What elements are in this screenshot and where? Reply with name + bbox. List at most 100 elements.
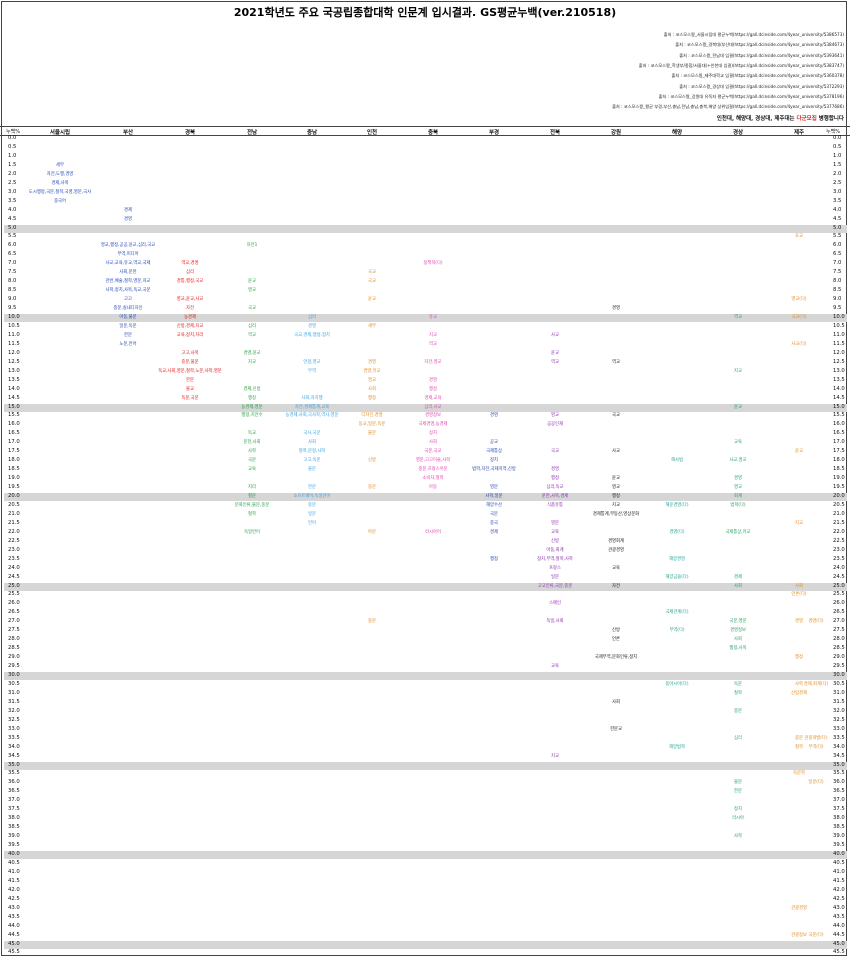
y-tick-label: 23.0 (833, 546, 845, 553)
y-tick-label: 0.5 (8, 143, 17, 150)
column-header: 서울시립 (49, 130, 71, 136)
column-header: 인천 (366, 130, 378, 136)
result-entry: 세무 (56, 162, 64, 168)
y-tick-label: 33.0 (8, 725, 20, 732)
y-tick-label: 22.5 (8, 537, 20, 544)
result-entry: 경제,신방 (243, 386, 261, 392)
y-tick-label: 28.0 (8, 636, 20, 643)
note-text: 인천대, 해양대, 경상대, 제주대는 (716, 116, 797, 122)
result-entry: 경영 (734, 476, 742, 482)
band-row (4, 582, 847, 591)
y-tick-label: 15.5 (833, 412, 845, 419)
result-entry: 문헌,사회 (243, 440, 261, 446)
result-entry: 국문,국교 (424, 449, 442, 455)
result-entry: 언정,영교 (303, 359, 321, 365)
result-entry: 중문 (734, 708, 742, 714)
result-entry: 심리 (248, 323, 256, 329)
result-entry: 영교 (551, 413, 559, 419)
result-entry: 행정 (612, 494, 620, 499)
result-entry: 행정 (368, 395, 376, 401)
y-tick-label: 36.5 (833, 788, 845, 795)
result-entry: 국문 (248, 458, 256, 464)
y-tick-label: 1.5 (8, 161, 17, 168)
y-tick-label: 30.5 (8, 680, 20, 687)
column-header: 제주 (793, 130, 805, 136)
column-header: 전남 (246, 130, 258, 136)
column-header: 충남 (306, 130, 318, 136)
y-tick-label: 45.5 (833, 949, 845, 956)
column-header: 부산 (122, 130, 134, 136)
result-entry: 관광경영 (608, 547, 624, 553)
y-tick-label: 35.0 (833, 761, 845, 768)
y-tick-label: 29.5 (8, 663, 20, 670)
y-tick-label: 5.0 (8, 224, 17, 231)
y-tick-label: 25.5 (8, 591, 20, 598)
y-tick-label: 15.5 (8, 412, 20, 419)
result-entry: 철학 (734, 690, 742, 696)
y-tick-label: 18.0 (8, 457, 20, 464)
y-tick-label: 16.5 (8, 430, 20, 437)
result-entry: 자전 (612, 583, 620, 589)
y-tick-label: 23.0 (8, 546, 20, 553)
result-entry: 경영(다) (669, 529, 685, 535)
y-tick-label: 42.5 (833, 895, 845, 902)
y-tick-label: 24.0 (8, 564, 20, 571)
y-tick-label: 9.5 (833, 305, 842, 312)
y-tick-label: 15.0 (8, 403, 20, 410)
result-entry: 사교,교육,유교,역교,국제 (105, 261, 151, 267)
source-line: 출처 : 코스모스짱_학생부/종합/서울대(+인천대 입결)(https://g… (638, 62, 844, 68)
y-tick-label: 19.5 (8, 484, 20, 491)
result-entry: 심리,독교 (546, 485, 564, 491)
result-entry: 아동,회계 (546, 547, 564, 553)
result-entry: 중문,불문 (181, 359, 199, 365)
result-entry: 관광개발(다) (804, 735, 828, 741)
result-entry: 영교,윤교,사교 (176, 297, 204, 303)
result-entry: 역교 (551, 359, 559, 365)
result-entry: 한문 (734, 789, 742, 795)
result-entry: 경영정보 (425, 413, 441, 419)
result-entry: 소프트웨어,독일언어 (293, 494, 331, 499)
y-tick-label: 3.5 (8, 197, 17, 204)
result-entry: 정치 (734, 807, 742, 813)
result-entry: 해운경영(다) (665, 502, 689, 508)
result-entry: 국교 (612, 413, 620, 419)
result-entry: 한문교 (610, 726, 622, 732)
result-entry: 사회 (734, 583, 742, 589)
y-tick-label: 2.0 (8, 170, 17, 177)
result-entry: 독일언어 (244, 529, 260, 535)
y-tick-label: 24.0 (833, 564, 845, 571)
result-entry: 동교,일문,독문 (358, 422, 386, 428)
y-tick-label: 26.0 (8, 600, 20, 607)
result-entry: 국제통상,유교 (725, 529, 751, 535)
result-entry: 국문 (490, 511, 498, 517)
result-entry: 관반,예술,철학,영문,지교 (105, 279, 151, 285)
y-tick-label: 36.5 (8, 788, 20, 795)
y-tick-label: 13.0 (8, 367, 20, 374)
result-entry: 윤교 (612, 476, 620, 482)
result-entry: 문헌,사복,경제 (541, 494, 569, 499)
source-line: 출처 : 코스모스짱_평균 부경,부산,충남,전남,충남,충북,해양 상위입결(… (612, 104, 844, 110)
result-entry: 행정 (490, 556, 498, 562)
y-tick-label: 8.0 (833, 278, 842, 285)
y-tick-label: 40.5 (8, 859, 20, 866)
y-tick-label: 20.5 (8, 501, 20, 508)
result-entry: 농경제 (184, 315, 196, 320)
result-entry: 한문 (186, 377, 194, 383)
result-entry: 철학,문정,사학 (298, 449, 326, 455)
result-entry: 사학 (734, 834, 742, 840)
result-entry: 국교(다) (791, 315, 807, 320)
y-tick-label: 9.0 (8, 296, 17, 303)
result-entry: 윤교 (248, 279, 256, 285)
y-tick-label: 44.0 (8, 922, 20, 929)
y-tick-label: 0.0 (8, 135, 17, 141)
source-line: 출처 : 코스모스짱_강원대 유독자 평균누백(https://gall.dci… (658, 93, 844, 99)
column-header: 경북 (184, 130, 196, 136)
y-tick-label: 8.5 (833, 287, 842, 294)
y-tick-label: 39.0 (833, 833, 845, 840)
result-entry: 행정,지전수 (241, 413, 263, 419)
result-entry: 윤교 (795, 449, 803, 455)
y-tick-label: 12.5 (8, 358, 20, 365)
y-tick-label: 38.0 (833, 815, 845, 822)
y-tick-label: 27.5 (8, 627, 20, 634)
y-tick-label: 4.0 (8, 206, 17, 213)
